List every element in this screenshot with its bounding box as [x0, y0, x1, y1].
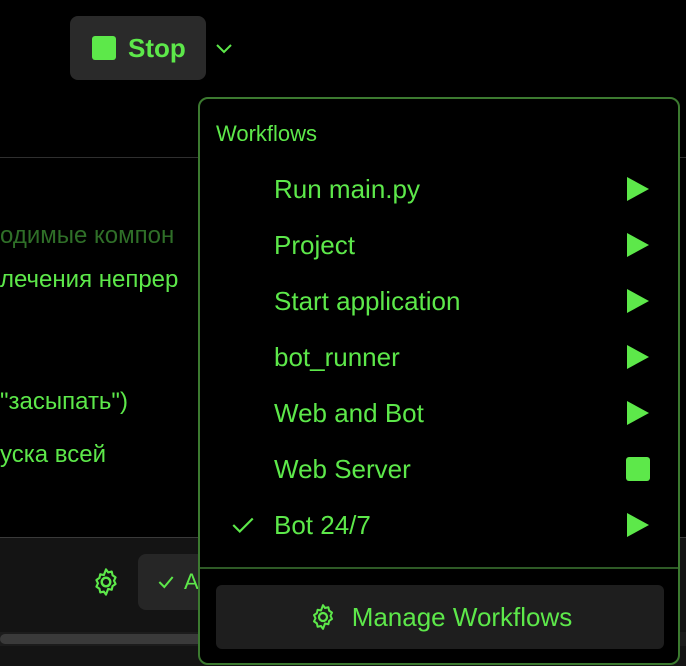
workflow-item-start-application[interactable]: Start application	[200, 273, 678, 329]
workflow-item-label: Web Server	[274, 453, 411, 484]
workflow-item-label: bot_runner	[274, 341, 400, 372]
play-icon[interactable]	[624, 343, 652, 371]
background-text-line: одимые компон	[0, 222, 175, 249]
workflow-item-label: Start application	[274, 285, 461, 316]
workflow-item-web-server[interactable]: Web Server	[200, 441, 678, 497]
background-text-line: "засыпать")	[0, 388, 128, 415]
background-text-line: лечения непрер	[0, 266, 179, 293]
approve-button-label: A	[184, 569, 199, 594]
gear-icon[interactable]	[90, 566, 122, 598]
play-icon[interactable]	[624, 231, 652, 259]
play-icon[interactable]	[624, 287, 652, 315]
workspace: Stop одимые компон лечения непрер "засып…	[0, 0, 686, 666]
workflow-item-label: Run main.py	[274, 173, 420, 204]
check-icon	[158, 576, 174, 589]
workflow-item-project[interactable]: Project	[200, 217, 678, 273]
stop-square-icon[interactable]	[624, 455, 652, 483]
workflow-item-bot-24-7[interactable]: Bot 24/7	[200, 497, 678, 553]
workflows-menu: Workflows Run main.py Project Start appl…	[198, 97, 680, 665]
workflow-item-run-main[interactable]: Run main.py	[200, 161, 678, 217]
play-icon[interactable]	[624, 399, 652, 427]
menu-header: Workflows	[216, 121, 318, 146]
workflow-item-web-and-bot[interactable]: Web and Bot	[200, 385, 678, 441]
stop-button[interactable]: Stop	[70, 16, 206, 80]
workflow-item-label: Bot 24/7	[274, 509, 371, 540]
play-icon[interactable]	[624, 175, 652, 203]
stop-button-label: Stop	[128, 32, 186, 63]
workflow-item-label: Web and Bot	[274, 397, 424, 428]
play-icon[interactable]	[624, 511, 652, 539]
menu-divider	[200, 567, 678, 569]
manage-workflows-label: Manage Workflows	[351, 601, 573, 632]
chevron-down-icon[interactable]	[212, 36, 236, 60]
workflow-item-label: Project	[274, 229, 355, 260]
workflow-item-bot-runner[interactable]: bot_runner	[200, 329, 678, 385]
stop-square-icon	[92, 36, 116, 60]
manage-workflows-button[interactable]: Manage Workflows	[216, 585, 664, 649]
check-icon	[232, 517, 254, 534]
background-text-line: уска всей	[0, 441, 107, 468]
gear-icon	[312, 604, 333, 630]
